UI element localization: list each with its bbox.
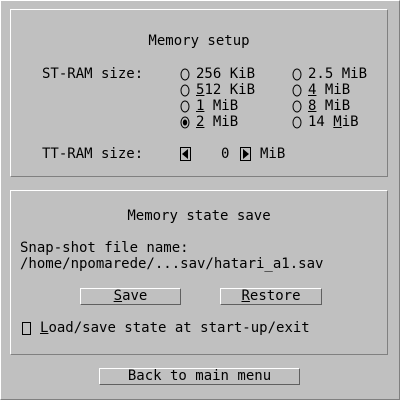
tt-ram-label: TT-RAM size: [42, 146, 144, 162]
radio-label: 512 KiB [196, 82, 256, 98]
tt-ram-value: 0 [221, 146, 230, 162]
radio-st-ram-4mib[interactable]: 4 MiB [292, 82, 350, 98]
arrow-right-icon [243, 149, 249, 159]
radio-label: 256 KiB [196, 66, 256, 82]
radio-st-ram-14mib[interactable]: 14 MiB [292, 114, 359, 130]
radio-st-ram-256kib[interactable]: 256 KiB [180, 66, 255, 82]
radio-label: 2.5 MiB [308, 66, 368, 82]
radio-st-ram-2-5mib[interactable]: 2.5 MiB [292, 66, 367, 82]
restore-button-label: Restore [241, 288, 301, 304]
autoload-label[interactable]: Load/save state at start-up/exit [40, 320, 310, 336]
radio-st-ram-8mib[interactable]: 8 MiB [292, 98, 350, 114]
radio-unchecked-icon [292, 84, 302, 96]
save-button-label: Save [113, 288, 148, 304]
memory-state-title: Memory state save [127, 208, 271, 224]
radio-checked-icon [180, 116, 190, 128]
back-to-main-menu-button[interactable]: Back to main menu [99, 368, 300, 385]
restore-button[interactable]: Restore [220, 288, 322, 305]
radio-st-ram-2mib[interactable]: 2 MiB [180, 114, 238, 130]
autoload-checkbox[interactable] [22, 322, 31, 335]
radio-unchecked-icon [292, 68, 302, 80]
radio-unchecked-icon [180, 68, 190, 80]
radio-unchecked-icon [292, 116, 302, 128]
radio-label: 1 MiB [196, 98, 239, 114]
tt-ram-decrease-button[interactable] [180, 147, 191, 161]
radio-st-ram-512kib[interactable]: 512 KiB [180, 82, 255, 98]
radio-label: 8 MiB [308, 98, 351, 114]
st-ram-label: ST-RAM size: [42, 66, 144, 82]
radio-unchecked-icon [292, 100, 302, 112]
memory-state-panel: Memory state save Snap-shot file name: /… [10, 190, 388, 355]
snapshot-file-path[interactable]: /home/npomarede/...sav/hatari_a1.sav [20, 256, 323, 272]
radio-unchecked-icon [180, 84, 190, 96]
memory-setup-panel: Memory setup ST-RAM size: 256 KiB 512 Ki… [10, 9, 388, 177]
radio-label: 14 MiB [308, 114, 359, 130]
radio-st-ram-1mib[interactable]: 1 MiB [180, 98, 238, 114]
save-button[interactable]: Save [80, 288, 181, 305]
radio-unchecked-icon [180, 100, 190, 112]
memory-setup-title: Memory setup [148, 33, 250, 49]
arrow-left-icon [182, 149, 188, 159]
radio-label: 4 MiB [308, 82, 351, 98]
radio-label: 2 MiB [196, 114, 239, 130]
back-button-label: Back to main menu [127, 368, 272, 384]
tt-ram-increase-button[interactable] [240, 147, 251, 161]
tt-ram-unit: MiB [260, 146, 286, 162]
snapshot-file-label: Snap-shot file name: [20, 240, 189, 256]
